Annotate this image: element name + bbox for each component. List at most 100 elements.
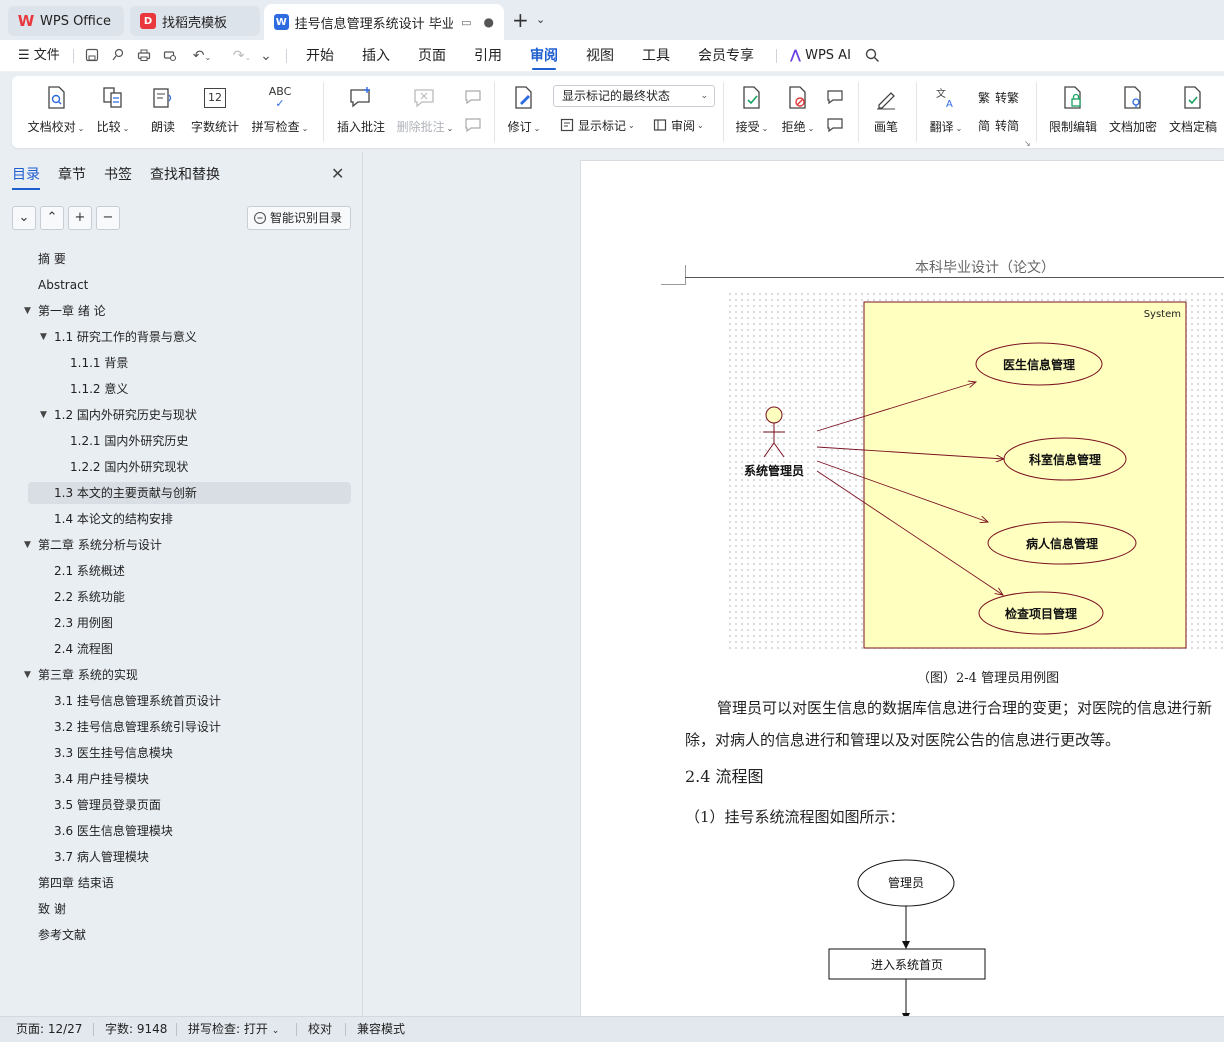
toc-item[interactable]: 第一章 绪 论 (38, 300, 106, 322)
toc-item[interactable]: 第二章 系统分析与设计 (38, 534, 162, 556)
review-pane-button[interactable]: 审阅 ⌄ (652, 114, 704, 136)
toc-item[interactable]: 1.1.2 意义 (70, 378, 128, 400)
unsaved-dot-icon[interactable]: ● (484, 15, 494, 29)
toc-item[interactable]: 3.3 医生挂号信息模块 (54, 742, 173, 764)
menu-reference[interactable]: 引用 (474, 40, 502, 72)
toc-item[interactable]: 第三章 系统的实现 (38, 664, 138, 686)
docer-logo-icon: D (140, 13, 156, 29)
toc-item[interactable]: 1.1.1 背景 (70, 352, 128, 374)
to-traditional-button[interactable]: 繁转繁 (976, 86, 1019, 108)
translate-button[interactable]: 文A 翻译 ⌄ (928, 84, 964, 140)
nav-tab-find-replace[interactable]: 查找和替换 (150, 164, 220, 184)
toc-item[interactable]: 3.7 病人管理模块 (54, 846, 149, 868)
nav-tab-toc[interactable]: 目录 (12, 164, 40, 190)
toc-item[interactable]: 2.2 系统功能 (54, 586, 125, 608)
pen-button[interactable]: 画笔 (872, 84, 900, 140)
undo-icon[interactable]: ↶⌄ (190, 48, 214, 64)
tab-docer-template[interactable]: D 找稻壳模板 (130, 6, 260, 36)
finalize-button[interactable]: 文档定稿 (1168, 84, 1218, 140)
menu-page[interactable]: 页面 (418, 40, 446, 72)
collapse-arrow-icon[interactable]: ▼ (40, 404, 47, 426)
encrypt-button[interactable]: 文档加密 (1108, 84, 1158, 140)
status-word-count[interactable]: 字数: 9148 (105, 1017, 167, 1041)
document-page[interactable]: 本科毕业设计（论文） System 系统管理员 医生信息管理 科室信息管理 病人… (580, 160, 1224, 1016)
expand-down-icon[interactable]: ⌄ (12, 206, 36, 230)
menu-member[interactable]: 会员专享 (698, 40, 754, 72)
toc-item[interactable]: 2.1 系统概述 (54, 560, 125, 582)
tab-current-document[interactable]: W 挂号信息管理系统设计 毕业论 ▭ ● (264, 4, 504, 40)
accept-button[interactable]: 接受 ⌄ (734, 84, 770, 140)
toc-item[interactable]: 3.5 管理员登录页面 (54, 794, 161, 816)
delete-comment-button[interactable]: 删除批注 ⌄ (396, 84, 454, 140)
toc-item[interactable]: 1.2 国内外研究历史与现状 (54, 404, 197, 426)
toc-item[interactable]: 3.6 医生信息管理模块 (54, 820, 173, 842)
nav-tab-bookmarks[interactable]: 书签 (104, 164, 132, 184)
toc-item[interactable]: 2.4 流程图 (54, 638, 113, 660)
toc-item[interactable]: 3.1 挂号信息管理系统首页设计 (54, 690, 221, 712)
track-changes-button[interactable]: 修订 ⌄ (506, 84, 542, 140)
toc-item[interactable]: 第四章 结束语 (38, 872, 114, 894)
next-comment-icon[interactable] (464, 114, 482, 136)
toc-item[interactable]: 1.2.1 国内外研究历史 (70, 430, 188, 452)
to-simplified-button[interactable]: 简转简 (976, 114, 1019, 136)
collapse-arrow-icon[interactable]: ▼ (24, 534, 31, 556)
link-icon[interactable] (110, 48, 126, 64)
show-markup-button[interactable]: 显示标记 ⌄ (559, 114, 635, 136)
toc-item[interactable]: 1.4 本论文的结构安排 (54, 508, 173, 530)
status-compat-mode[interactable]: 兼容模式 (357, 1017, 405, 1041)
status-spell-check[interactable]: 拼写检查: 打开 ⌄ (188, 1017, 279, 1041)
menu-view[interactable]: 视图 (586, 40, 614, 72)
restrict-edit-button[interactable]: 限制编辑 (1048, 84, 1098, 140)
menu-start[interactable]: 开始 (306, 40, 334, 72)
status-proofread[interactable]: 校对 (308, 1017, 332, 1041)
menu-review[interactable]: 审阅 (530, 40, 558, 72)
smart-toc-button[interactable]: 智能识别目录 (247, 206, 351, 230)
toc-item[interactable]: 1.3 本文的主要贡献与创新 (54, 482, 197, 504)
reject-button[interactable]: 拒绝 ⌄ (780, 84, 816, 140)
doc-check-button[interactable]: 文档校对 ⌄ (28, 84, 84, 140)
toc-item[interactable]: 参考文献 (38, 924, 86, 946)
markup-state-select[interactable]: 显示标记的最终状态 ⌄ (553, 85, 715, 107)
next-change-icon[interactable] (826, 114, 844, 136)
menu-tools[interactable]: 工具 (642, 40, 670, 72)
status-page[interactable]: 页面: 12/27 (16, 1017, 82, 1041)
remove-heading-icon[interactable]: − (96, 206, 120, 230)
nav-tab-chapters[interactable]: 章节 (58, 164, 86, 184)
collapse-up-icon[interactable]: ⌃ (40, 206, 64, 230)
tab-wps-office[interactable]: W WPS Office (8, 6, 124, 36)
save-icon[interactable] (84, 48, 100, 64)
expand-group-icon[interactable]: ↘ (1024, 132, 1031, 154)
close-icon[interactable]: ✕ (331, 164, 344, 183)
new-tab-icon[interactable]: + (512, 10, 529, 30)
compare-button[interactable]: 比较 ⌄ (97, 84, 129, 140)
collapse-arrow-icon[interactable]: ▼ (24, 664, 31, 686)
more-chevron-icon[interactable]: ⌄ (258, 48, 274, 64)
insert-comment-button[interactable]: 插入批注 (336, 84, 386, 140)
chevron-down-icon[interactable]: ⌄ (536, 13, 545, 26)
collapse-arrow-icon[interactable]: ▼ (24, 300, 31, 322)
toc-item[interactable]: 摘 要 (38, 248, 66, 270)
print-icon[interactable] (136, 48, 152, 64)
document-area[interactable]: 本科毕业设计（论文） System 系统管理员 医生信息管理 科室信息管理 病人… (364, 152, 1224, 1016)
read-aloud-button[interactable]: 朗读 (149, 84, 177, 140)
redo-icon[interactable]: ↷⌄ (230, 48, 254, 64)
menu-wps-ai[interactable]: ⋀ WPS AI (790, 40, 851, 72)
menu-file[interactable]: ☰ 文件 (18, 40, 60, 72)
previous-change-icon[interactable] (826, 86, 844, 108)
collapse-arrow-icon[interactable]: ▼ (40, 326, 47, 348)
add-heading-icon[interactable]: + (68, 206, 92, 230)
toc-item[interactable]: Abstract (38, 274, 88, 296)
search-icon[interactable] (864, 48, 880, 64)
previous-comment-icon[interactable] (464, 86, 482, 108)
word-count-button[interactable]: 12 字数统计 (190, 84, 240, 140)
monitor-icon[interactable]: ▭ (461, 16, 471, 29)
toc-item[interactable]: 3.2 挂号信息管理系统引导设计 (54, 716, 221, 738)
toc-item[interactable]: 1.1 研究工作的背景与意义 (54, 326, 197, 348)
toc-item[interactable]: 2.3 用例图 (54, 612, 113, 634)
spell-check-button[interactable]: ABC ✓ 拼写检查 ⌄ (250, 84, 310, 140)
toc-item[interactable]: 1.2.2 国内外研究现状 (70, 456, 188, 478)
print-preview-icon[interactable] (162, 48, 178, 64)
menu-insert[interactable]: 插入 (362, 40, 390, 72)
toc-item[interactable]: 致 谢 (38, 898, 66, 920)
toc-item[interactable]: 3.4 用户挂号模块 (54, 768, 149, 790)
